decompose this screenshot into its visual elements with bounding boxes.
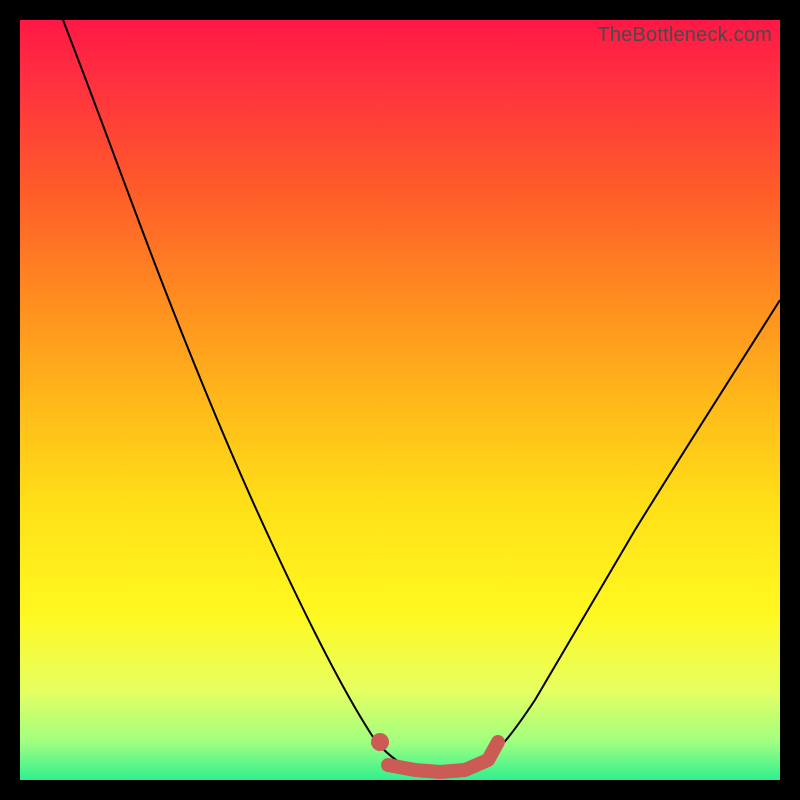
curve-path <box>63 20 780 771</box>
bottleneck-curve-svg <box>20 20 780 780</box>
plot-area: TheBottleneck.com <box>20 20 780 780</box>
chart-frame: TheBottleneck.com <box>0 0 800 800</box>
optimal-start-dot <box>371 733 389 751</box>
optimal-range-marker <box>388 742 498 772</box>
